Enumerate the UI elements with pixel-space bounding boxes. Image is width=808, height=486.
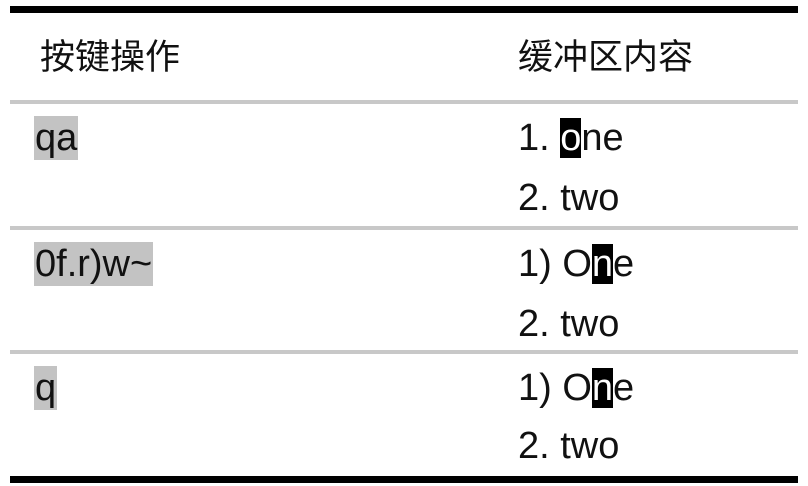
table-bottom-rule xyxy=(10,476,798,483)
keystroke-highlight: 0f.r)w~ xyxy=(34,242,154,286)
row-divider xyxy=(10,226,798,230)
cursor-highlight: n xyxy=(591,243,614,285)
buffer-line-2: 2. two xyxy=(518,303,620,345)
buffer-line-suffix: ne xyxy=(581,117,624,159)
cursor-highlight: o xyxy=(560,117,582,159)
buffer-line-1: 1. one xyxy=(518,116,624,160)
buffer-line-2: 2. two xyxy=(518,425,620,467)
row-divider xyxy=(10,350,798,354)
buffer-line-2: 2. two xyxy=(518,177,620,219)
buffer-line-1: 1) One xyxy=(518,242,634,286)
table-top-rule xyxy=(10,6,798,13)
buffer-line-prefix: 1. xyxy=(518,117,561,159)
keystroke-highlight: q xyxy=(34,366,58,410)
table-row-keys: q xyxy=(34,366,58,410)
header-buffer-contents: 缓冲区内容 xyxy=(518,38,694,78)
cursor-highlight: n xyxy=(591,367,614,409)
header-rule xyxy=(10,100,798,104)
table-row-keys: 0f.r)w~ xyxy=(34,242,154,286)
buffer-line-prefix: 1) O xyxy=(518,243,592,285)
keystroke-highlight: qa xyxy=(34,116,79,160)
table-row-keys: qa xyxy=(34,116,79,160)
header-keystrokes: 按键操作 xyxy=(40,38,181,78)
buffer-line-1: 1) One xyxy=(518,366,634,410)
keystroke-buffer-table: 按键操作 缓冲区内容 qa 1. one 2. two 0f.r)w~ 1) O… xyxy=(10,0,798,486)
buffer-line-suffix: e xyxy=(613,367,635,409)
buffer-line-prefix: 1) O xyxy=(518,367,592,409)
buffer-line-suffix: e xyxy=(613,243,635,285)
